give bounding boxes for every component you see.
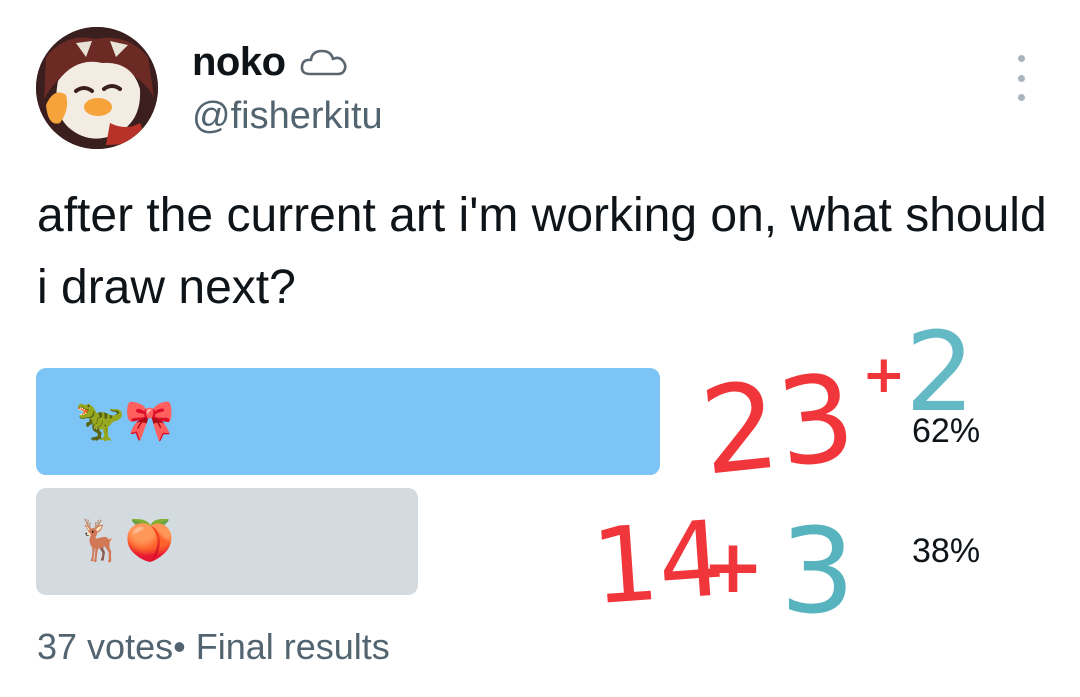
tweet-text: after the current art i'm working on, wh… (37, 189, 1047, 314)
display-name[interactable]: noko (192, 38, 350, 86)
poll-meta: 37 votes• Final results (37, 625, 390, 669)
more-options-icon[interactable] (1010, 55, 1032, 101)
avatar-illustration-icon (36, 27, 158, 149)
annotation-bottom-count: 14 (588, 497, 729, 628)
poll-option-percent: 62% (912, 412, 981, 450)
vote-count: 37 votes (37, 626, 174, 667)
display-name-text: noko (192, 40, 286, 84)
user-handle[interactable]: @fisherkitu (192, 93, 383, 139)
avatar[interactable] (36, 27, 158, 149)
annotation-bottom-plus: + (702, 524, 764, 610)
annotation-top-count: 23 (695, 348, 861, 502)
cloud-icon (298, 42, 350, 82)
poll-option-label: 🦌🍑 (75, 518, 175, 564)
annotation-top-plus: + (862, 345, 906, 405)
annotation-bottom-extra: 3 (780, 502, 855, 640)
poll-status: • Final results (173, 626, 390, 667)
poll-option-label: 🦖🎀 (75, 398, 175, 444)
poll-option-percent: 38% (912, 532, 981, 570)
